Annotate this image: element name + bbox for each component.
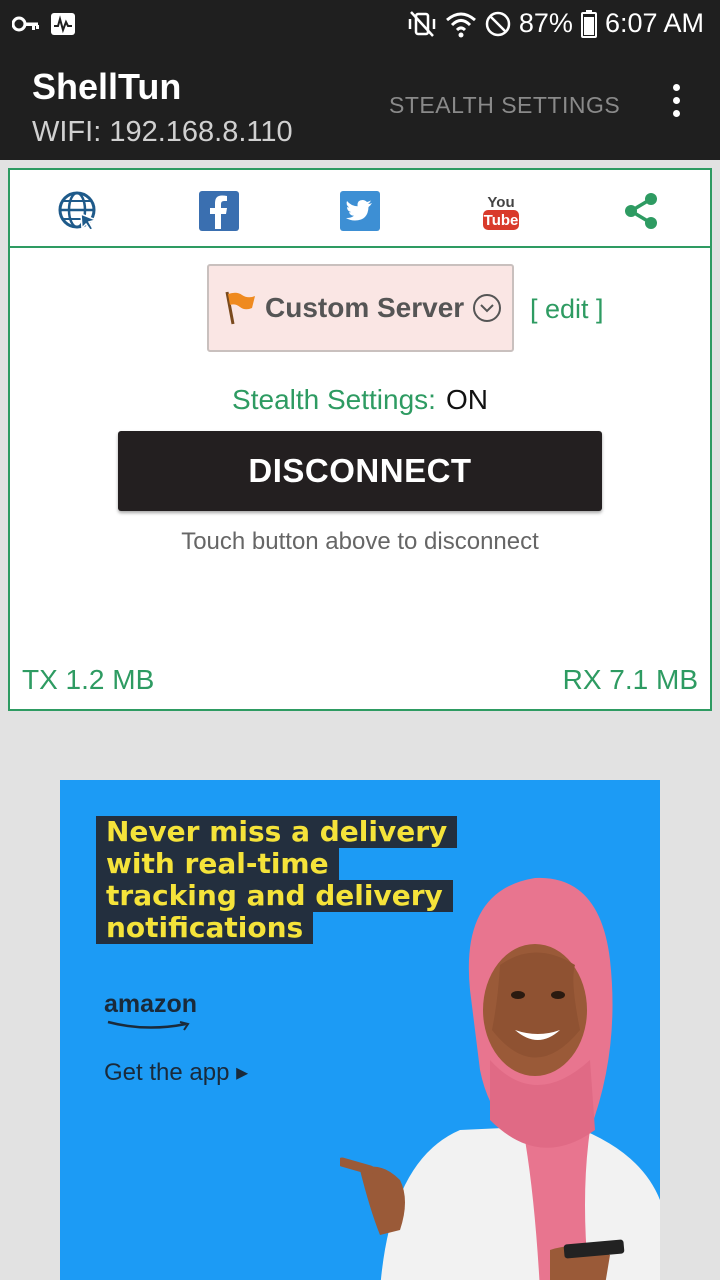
youtube-icon[interactable]: You Tube (480, 190, 522, 232)
flag-icon (225, 291, 255, 325)
advertisement-banner[interactable]: Never miss a delivery with real-time tra… (60, 780, 660, 1280)
social-bar: You Tube (10, 170, 710, 248)
stealth-value: ON (445, 384, 488, 415)
status-bar: 87% 6:07 AM (0, 0, 720, 50)
ad-person-image (340, 877, 660, 1280)
app-title: ShellTun (32, 66, 182, 107)
wifi-icon (445, 12, 476, 37)
server-dropdown[interactable]: Custom Server (207, 264, 514, 352)
amazon-smile-icon (107, 1020, 190, 1031)
do-not-disturb-icon (485, 11, 511, 36)
stealth-status: Stealth Settings: ON (10, 384, 710, 416)
connection-panel: You Tube Custom Server [ edit ] Stealth … (8, 168, 712, 711)
clock: 6:07 AM (604, 8, 704, 38)
disconnect-hint: Touch button above to disconnect (181, 528, 539, 555)
youtube-text-bottom: Tube (484, 212, 519, 229)
battery-icon (580, 9, 597, 38)
edit-server-link[interactable]: [ edit ] (530, 294, 604, 325)
facebook-icon[interactable] (198, 190, 240, 232)
disconnect-button[interactable]: DISCONNECT (118, 431, 602, 511)
ad-headline-line: Never miss a delivery (96, 816, 458, 848)
ad-brand-logo: amazon (104, 990, 198, 1018)
ad-cta[interactable]: Get the app ▸ (104, 1058, 248, 1087)
share-icon[interactable] (620, 190, 662, 232)
chevron-down-icon (473, 294, 502, 322)
tx-counter: TX 1.2 MB (22, 664, 155, 695)
overflow-menu-icon[interactable] (666, 84, 686, 124)
battery-percent: 87% (518, 8, 573, 38)
youtube-text-top: You (487, 194, 514, 211)
stealth-label: Stealth Settings: (232, 384, 436, 415)
stealth-settings-button[interactable]: STEALTH SETTINGS (389, 92, 620, 119)
ad-headline-line: with real-time (96, 848, 339, 880)
vpn-key-icon (12, 16, 39, 32)
vibrate-mute-icon (408, 10, 436, 37)
activity-monitor-icon (51, 13, 75, 35)
ad-headline-line: notifications (96, 912, 314, 944)
rx-counter: RX 7.1 MB (562, 664, 698, 695)
selected-server: Custom Server (265, 292, 465, 323)
globe-icon[interactable] (57, 190, 99, 232)
wifi-address: WIFI: 192.168.8.110 (32, 116, 293, 148)
twitter-icon[interactable] (339, 190, 381, 232)
app-bar: ShellTun WIFI: 192.168.8.110 STEALTH SET… (0, 50, 720, 160)
